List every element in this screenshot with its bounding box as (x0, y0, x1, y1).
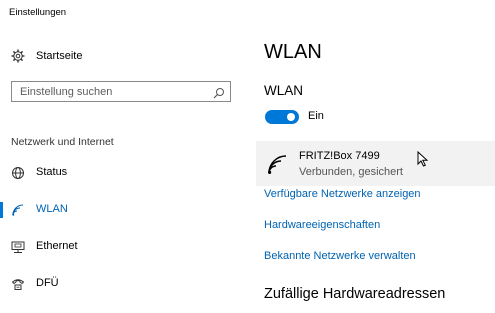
sidebar-item-home-label: Startseite (36, 50, 83, 62)
sidebar-item-status[interactable]: Status (0, 159, 240, 187)
sidebar-item-label: DFÜ (36, 277, 59, 289)
sidebar-section-header: Netzwerk und Internet (11, 136, 114, 148)
manage-known-networks-link[interactable]: Bekannte Netzwerke verwalten (264, 250, 416, 262)
sidebar-item-wlan[interactable]: WLAN (0, 196, 240, 224)
wifi-icon (11, 203, 25, 217)
wifi-section-heading: WLAN (264, 83, 304, 98)
wifi-toggle[interactable] (265, 110, 299, 124)
window-title: Einstellungen (9, 7, 67, 18)
connected-network-card[interactable]: FRITZ!Box 7499 Verbunden, gesichert (256, 141, 495, 186)
network-name: FRITZ!Box 7499 (299, 150, 380, 162)
search-box[interactable] (11, 81, 231, 102)
globe-icon (11, 166, 25, 180)
network-status: Verbunden, gesichert (299, 166, 403, 178)
selection-indicator (0, 202, 3, 218)
sidebar-item-ethernet[interactable]: Ethernet (0, 233, 240, 261)
ethernet-icon (11, 240, 25, 254)
show-available-networks-link[interactable]: Verfügbare Netzwerke anzeigen (264, 188, 421, 200)
wifi-toggle-label: Ein (308, 110, 324, 122)
dialup-icon (11, 277, 25, 291)
hardware-properties-link[interactable]: Hardwareeigenschaften (264, 219, 380, 231)
sidebar-item-label: Ethernet (36, 240, 78, 252)
random-hardware-addresses-heading: Zufällige Hardwareadressen (264, 286, 446, 302)
sidebar-item-dialup[interactable]: DFÜ (0, 270, 240, 298)
sidebar-item-home[interactable]: Startseite (11, 46, 82, 66)
sidebar-item-label: WLAN (36, 203, 68, 215)
search-icon[interactable] (213, 86, 225, 104)
wifi-signal-icon (266, 153, 288, 180)
page-title: WLAN (264, 41, 322, 63)
gear-icon (11, 49, 25, 63)
toggle-knob (287, 113, 295, 121)
sidebar-item-label: Status (36, 166, 68, 178)
mouse-cursor-icon (417, 150, 429, 172)
search-input[interactable] (20, 84, 200, 99)
